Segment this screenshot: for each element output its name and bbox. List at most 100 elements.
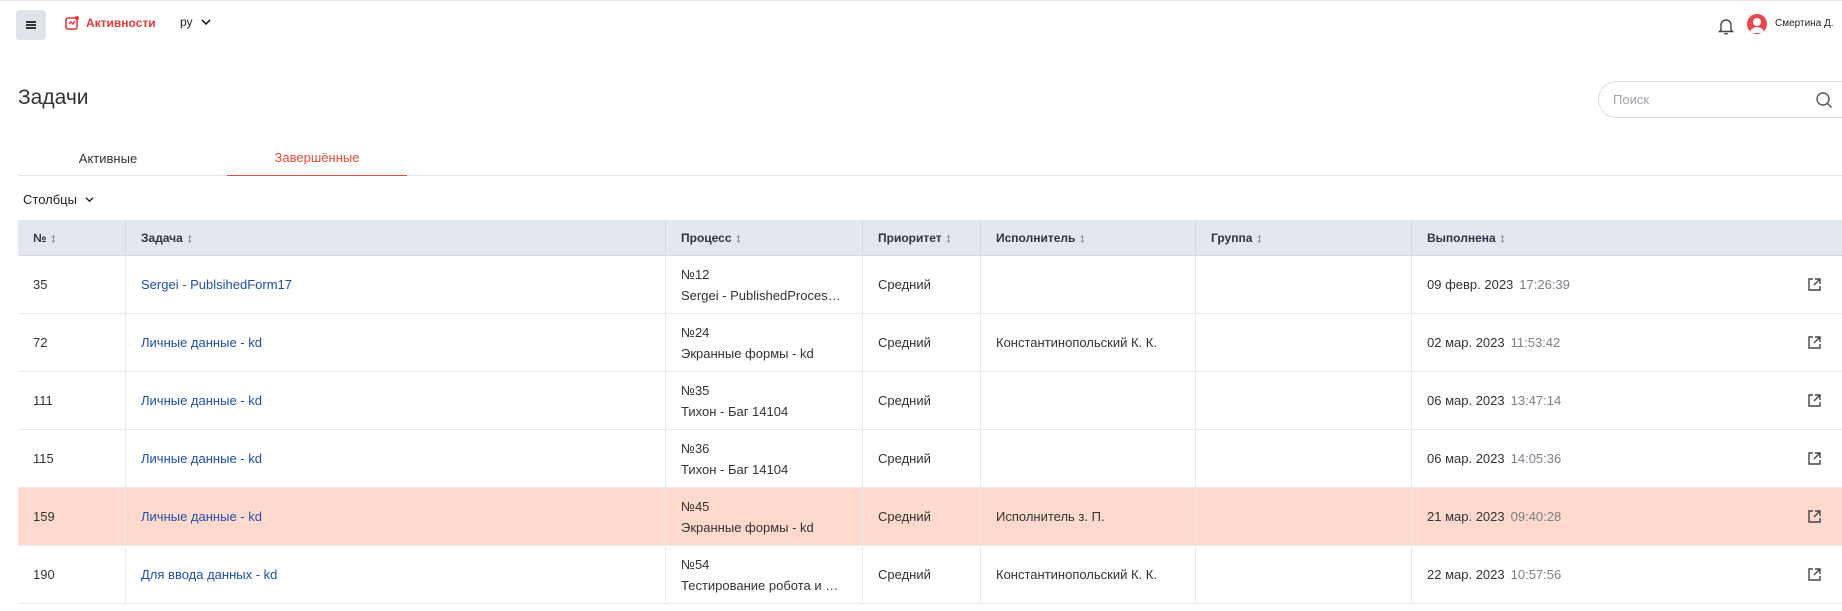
column-header-process[interactable]: Процесс ↕ xyxy=(666,220,863,255)
cell-priority: Средний xyxy=(863,314,981,371)
cell-process: №54 Тестирование робота и ф... xyxy=(666,546,863,603)
tab-active[interactable]: Активные xyxy=(18,140,198,176)
sort-icon[interactable]: ↕ xyxy=(1500,231,1506,245)
sort-icon[interactable]: ↕ xyxy=(1256,231,1262,245)
columns-label: Столбцы xyxy=(23,192,77,207)
process-name: Sergei - PublishedProcess... xyxy=(681,287,841,303)
completed-time: 13:47:14 xyxy=(1510,393,1562,408)
completed-time: 17:26:39 xyxy=(1519,277,1570,292)
external-link-icon[interactable] xyxy=(1807,393,1822,408)
cell-process: №35 Тихон - Баг 14104 xyxy=(666,372,863,429)
search-icon[interactable] xyxy=(1815,91,1833,109)
table-row[interactable]: 111 Личные данные - kd №35 Тихон - Баг 14… xyxy=(18,372,1842,430)
cell-priority: Средний xyxy=(863,256,981,313)
cell-group xyxy=(1196,256,1412,313)
sort-icon[interactable]: ↕ xyxy=(946,231,952,245)
cell-assignee xyxy=(981,430,1196,487)
cell-task: Личные данные - kd xyxy=(126,372,666,429)
cell-task: Личные данные - kd xyxy=(126,314,666,371)
process-name: Тестирование робота и ф... xyxy=(681,577,841,593)
activities-link[interactable]: Активности xyxy=(64,15,156,31)
completed-date: 06 мар. 2023 xyxy=(1427,451,1505,466)
cell-completed: 22 мар. 2023 10:57:56 xyxy=(1412,546,1842,603)
column-header-priority[interactable]: Приоритет ↕ xyxy=(863,220,981,255)
task-link[interactable]: Личные данные - kd xyxy=(141,335,262,350)
completed-date: 21 мар. 2023 xyxy=(1427,509,1505,524)
bell-icon[interactable] xyxy=(1716,16,1736,36)
tabs: Активные Завершённые xyxy=(18,140,1842,176)
cell-assignee: Константинопольский К. К. xyxy=(981,546,1196,603)
cell-completed: 06 мар. 2023 13:47:14 xyxy=(1412,372,1842,429)
user-name[interactable]: Смертина Д. xyxy=(1775,18,1842,29)
avatar[interactable] xyxy=(1747,14,1767,34)
cell-completed: 09 февр. 2023 17:26:39 xyxy=(1412,256,1842,313)
chevron-down-icon xyxy=(200,19,211,26)
sort-icon[interactable]: ↕ xyxy=(50,231,56,245)
language-label: ру xyxy=(180,15,193,29)
search-box[interactable] xyxy=(1598,81,1842,118)
cell-priority: Средний xyxy=(863,488,981,545)
task-link[interactable]: Личные данные - kd xyxy=(141,393,262,408)
chevron-down-icon xyxy=(85,197,94,203)
cell-priority: Средний xyxy=(863,430,981,487)
sort-icon[interactable]: ↕ xyxy=(1079,231,1085,245)
table-row[interactable]: 35 Sergei - PublsihedForm17 №12 Sergei - … xyxy=(18,256,1842,314)
column-header-task[interactable]: Задача ↕ xyxy=(126,220,666,255)
cell-assignee xyxy=(981,256,1196,313)
table-header: № ↕ Задача ↕ Процесс ↕ Приоритет ↕ Исполните… xyxy=(18,220,1842,256)
sort-icon[interactable]: ↕ xyxy=(187,231,193,245)
completed-date: 09 февр. 2023 xyxy=(1427,277,1514,292)
process-name: Экранные формы - kd xyxy=(681,519,814,535)
cell-assignee xyxy=(981,372,1196,429)
cell-assignee: Константинопольский К. К. xyxy=(981,314,1196,371)
completed-date: 02 мар. 2023 xyxy=(1427,335,1505,350)
process-number: №35 xyxy=(681,382,710,398)
page-title: Задачи xyxy=(18,86,89,109)
tab-completed[interactable]: Завершённые xyxy=(227,140,407,176)
table-row[interactable]: 72 Личные данные - kd №24 Экранные формы … xyxy=(18,314,1842,372)
hamburger-icon xyxy=(26,21,36,29)
task-link[interactable]: Для ввода данных - kd xyxy=(141,567,277,582)
task-link[interactable]: Личные данные - kd xyxy=(141,451,262,466)
external-link-icon[interactable] xyxy=(1807,277,1822,292)
process-number: №45 xyxy=(681,498,710,514)
task-link[interactable]: Личные данные - kd xyxy=(141,509,262,524)
cell-task: Личные данные - kd xyxy=(126,430,666,487)
cell-completed: 21 мар. 2023 09:40:28 xyxy=(1412,488,1842,545)
task-link[interactable]: Sergei - PublsihedForm17 xyxy=(141,277,292,292)
sort-icon[interactable]: ↕ xyxy=(736,231,742,245)
process-name: Тихон - Баг 14104 xyxy=(681,403,789,419)
cell-number: 35 xyxy=(18,256,126,313)
cell-completed: 02 мар. 2023 11:53:42 xyxy=(1412,314,1842,371)
process-name: Экранные формы - kd xyxy=(681,345,814,361)
column-header-group[interactable]: Группа ↕ xyxy=(1196,220,1412,255)
column-header-number[interactable]: № ↕ xyxy=(18,220,126,255)
cell-assignee: Исполнитель з. П. xyxy=(981,488,1196,545)
process-number: №36 xyxy=(681,440,710,456)
column-header-completed[interactable]: Выполнена ↕ xyxy=(1412,220,1842,255)
process-number: №12 xyxy=(681,266,710,282)
table-row-selected[interactable]: 159 Личные данные - kd №45 Экранные формы… xyxy=(18,488,1842,546)
external-link-icon[interactable] xyxy=(1807,509,1822,524)
cell-priority: Средний xyxy=(863,372,981,429)
external-link-icon[interactable] xyxy=(1807,451,1822,466)
cell-task: Личные данные - kd xyxy=(126,488,666,545)
table-row[interactable]: 115 Личные данные - kd №36 Тихон - Баг 14… xyxy=(18,430,1842,488)
cell-number: 190 xyxy=(18,546,126,603)
external-link-icon[interactable] xyxy=(1807,567,1822,582)
table-row[interactable]: 190 Для ввода данных - kd №54 Тестировани… xyxy=(18,546,1842,604)
cell-task: Sergei - PublsihedForm17 xyxy=(126,256,666,313)
language-select[interactable]: ру xyxy=(180,15,211,29)
cell-number: 72 xyxy=(18,314,126,371)
external-link-icon[interactable] xyxy=(1807,335,1822,350)
top-bar: Активности ру Смертина Д. xyxy=(0,0,1842,45)
columns-button[interactable]: Столбцы xyxy=(23,192,94,207)
completed-time: 14:05:36 xyxy=(1510,451,1562,466)
column-header-assignee[interactable]: Исполнитель ↕ xyxy=(981,220,1196,255)
cell-priority: Средний xyxy=(863,546,981,603)
search-input[interactable] xyxy=(1613,92,1793,107)
activities-label: Активности xyxy=(86,16,156,30)
menu-button[interactable] xyxy=(16,10,46,40)
completed-time: 10:57:56 xyxy=(1510,567,1562,582)
cell-number: 111 xyxy=(18,372,126,429)
